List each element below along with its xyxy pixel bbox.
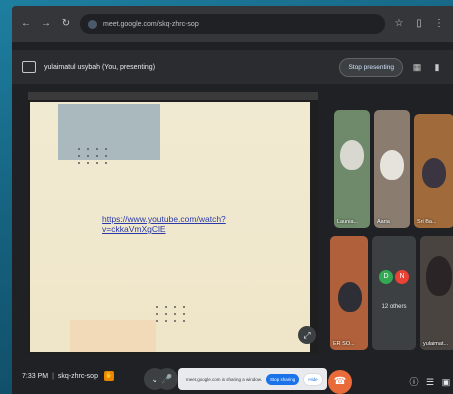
sharing-notification-text: meet.google.com is sharing a window. [186, 376, 263, 382]
extension-icon[interactable]: ▯ [413, 18, 425, 30]
participant-name: ER SO... [333, 341, 355, 347]
info-icon[interactable]: ⓘ [408, 376, 420, 388]
sharing-notification: meet.google.com is sharing a window. Sto… [178, 368, 327, 390]
expand-icon[interactable]: ⤢ [298, 326, 316, 344]
youtube-link[interactable]: https://www.youtube.com/watch?v=ckkaVmXg… [102, 214, 262, 234]
participant-name: Launia... [337, 219, 359, 225]
menu-icon[interactable]: ⋮ [433, 18, 445, 30]
star-icon[interactable]: ☆ [393, 18, 405, 30]
participant-video [380, 150, 404, 180]
participant-tile[interactable]: Launia... [334, 110, 370, 228]
back-arrow-icon[interactable]: ← [20, 18, 32, 30]
stop-sharing-button[interactable]: Stop sharing [266, 373, 300, 385]
site-info-icon[interactable] [88, 19, 97, 29]
avatar-n: N [395, 270, 409, 284]
others-count-label: 12 others [381, 304, 407, 310]
presenting-label: yulaimatul usybah (You, presenting) [44, 63, 156, 71]
participant-video [422, 158, 446, 188]
slide-decor-block [58, 104, 160, 160]
participant-video [340, 140, 364, 170]
chat-icon[interactable]: ▣ [440, 376, 452, 388]
separator: | [52, 372, 54, 380]
participant-name: yulaimat... [423, 341, 449, 347]
slide-dot-pattern-bottom [156, 306, 187, 322]
hide-button[interactable]: Hide [303, 372, 323, 386]
forward-arrow-icon[interactable]: → [40, 18, 52, 30]
browser-window: ← → ↻ meet.google.com/skq-zhrc-sop ☆ ▯ ⋮… [12, 6, 453, 394]
layout-icon[interactable]: ▦ [411, 61, 423, 73]
participants-grid: Launia... Aaria Sri Ba... ER SO... D N 1… [330, 110, 453, 350]
participant-tile[interactable]: yulaimat... [420, 236, 453, 350]
meeting-time: 7:33 PM [22, 372, 49, 380]
hand-raise-icon[interactable]: ✋ [103, 371, 114, 381]
reload-icon[interactable]: ↻ [60, 18, 72, 30]
end-call-icon[interactable]: ☎ [328, 370, 352, 394]
participant-tile[interactable]: Aaria [374, 110, 410, 228]
participant-video [426, 256, 452, 296]
pin-icon[interactable]: ▮ [431, 61, 443, 73]
address-bar[interactable]: meet.google.com/skq-zhrc-sop [80, 14, 385, 34]
slide-decor-corner [70, 320, 156, 352]
presenting-bar: yulaimatul usybah (You, presenting) Stop… [12, 50, 453, 84]
presentation-slide: https://www.youtube.com/watch?v=ckkaVmXg… [30, 102, 310, 352]
browser-toolbar: ← → ↻ meet.google.com/skq-zhrc-sop ☆ ▯ ⋮ [12, 6, 453, 42]
participant-name: Aaria [377, 219, 390, 225]
present-screen-icon [22, 61, 36, 73]
participant-name: Sri Ba... [417, 219, 437, 225]
participant-tile[interactable]: ER SO... [330, 236, 368, 350]
participant-tile[interactable]: Sri Ba... [414, 114, 453, 228]
microphone-icon[interactable]: 🎤 [156, 368, 178, 390]
participant-video [338, 282, 362, 312]
url-text: meet.google.com/skq-zhrc-sop [103, 20, 199, 28]
stop-presenting-button[interactable]: Stop presenting [339, 57, 403, 77]
people-icon[interactable]: ☰ [424, 376, 436, 388]
meeting-code: skq-zhrc-sop [57, 372, 98, 380]
shared-window-titlebar [28, 92, 318, 100]
others-tile[interactable]: D N 12 others [372, 236, 416, 350]
slide-dot-pattern [78, 148, 109, 164]
avatar-d: D [379, 270, 393, 284]
screen-background: ← → ↻ meet.google.com/skq-zhrc-sop ☆ ▯ ⋮… [0, 0, 453, 394]
shared-screen: https://www.youtube.com/watch?v=ckkaVmXg… [28, 92, 318, 354]
